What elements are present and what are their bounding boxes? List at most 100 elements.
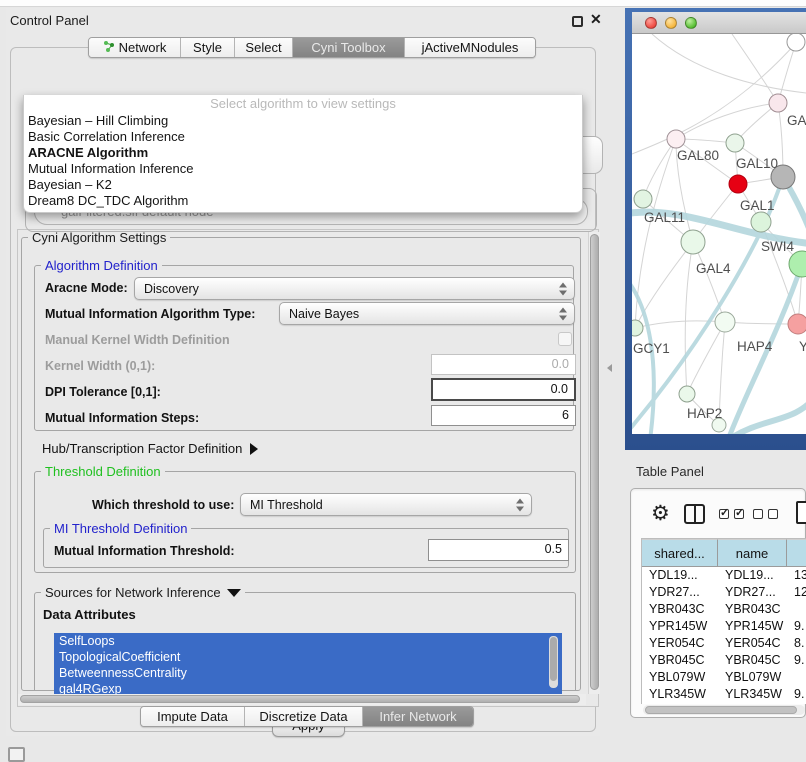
- network-node[interactable]: [679, 386, 695, 402]
- table-horizontal-scrollbar[interactable]: [643, 705, 805, 715]
- attribute-item-topologicalcoefficient[interactable]: TopologicalCoefficient: [54, 649, 562, 665]
- deselect-all-checkbox-icon-2[interactable]: [768, 509, 778, 519]
- dropdown-item-bayesian-hill-climbing[interactable]: Bayesian – Hill Climbing: [24, 113, 582, 129]
- vertical-scrollbar[interactable]: [588, 232, 600, 694]
- top-tab-bar: Network Style SelectCyni ToolboxjActiveMNo…: [88, 37, 536, 58]
- which-threshold-combo[interactable]: MI Threshold: [240, 493, 532, 516]
- float-window-icon[interactable]: [572, 16, 583, 27]
- control-panel-title: Control Panel: [10, 13, 89, 28]
- combo-value: Naive Bayes: [289, 307, 359, 321]
- document-icon[interactable]: [796, 501, 806, 524]
- table-row[interactable]: YLR345WYLR345W9.: [642, 686, 806, 703]
- mi-type-combo[interactable]: Naive Bayes: [279, 302, 575, 325]
- table-row[interactable]: YBR043CYBR043C: [642, 601, 806, 618]
- network-node[interactable]: [751, 212, 771, 232]
- table-row[interactable]: YDL19...YDL19...13: [642, 567, 806, 584]
- network-edges-thin: [632, 34, 806, 425]
- network-node[interactable]: [632, 320, 643, 336]
- network-node[interactable]: [729, 175, 747, 193]
- select-all-checkbox-icon[interactable]: [719, 509, 729, 519]
- window-titlebar[interactable]: [632, 12, 806, 34]
- network-node[interactable]: [726, 134, 744, 152]
- gear-icon[interactable]: ⚙: [651, 503, 670, 524]
- column-header-shared[interactable]: shared...: [642, 539, 718, 567]
- column-layout-icon[interactable]: [684, 504, 705, 524]
- horizontal-scrollbar[interactable]: [18, 694, 586, 705]
- manual-kernel-checkbox[interactable]: [558, 332, 572, 346]
- network-node[interactable]: [681, 230, 705, 254]
- network-nodes: [632, 34, 806, 432]
- table-cell: [787, 601, 806, 618]
- tab-network[interactable]: Network: [89, 38, 181, 57]
- tab-discretize-data[interactable]: Discretize Data: [245, 707, 363, 726]
- table-cell: YDL19...: [642, 567, 718, 584]
- table-cell: YDL19...: [718, 567, 787, 584]
- dropdown-item-mutual-information-inference[interactable]: Mutual Information Inference: [24, 161, 582, 177]
- network-node[interactable]: [769, 94, 787, 112]
- network-view-window: GALGAL80GAL10GAL1GAL11SWI4GAL4GCY1HAP4YH…: [625, 8, 806, 450]
- table-cell: YIL052C: [718, 703, 787, 704]
- tab-select[interactable]: Select: [235, 38, 293, 57]
- tab-style[interactable]: Style: [181, 38, 235, 57]
- column-header-a[interactable]: A: [787, 539, 806, 567]
- tab-impute-data[interactable]: Impute Data: [141, 707, 245, 726]
- aracne-mode-combo[interactable]: Discovery: [134, 277, 575, 300]
- mi-steps-field[interactable]: 6: [431, 405, 576, 426]
- hub-definition-expander[interactable]: Hub/Transcription Factor Definition: [42, 441, 258, 456]
- deselect-all-checkbox-icon[interactable]: [753, 509, 763, 519]
- minimized-panel-icon[interactable]: [8, 747, 25, 762]
- dropdown-item-aracne-algorithm[interactable]: ARACNE Algorithm: [24, 145, 582, 161]
- tab-label: Style: [193, 40, 222, 55]
- network-node[interactable]: [667, 130, 685, 148]
- table-row[interactable]: YPR145WYPR145W9.: [642, 618, 806, 635]
- combo-value: Discovery: [144, 282, 199, 296]
- attribute-item-betweennesscentrality[interactable]: BetweennessCentrality: [54, 665, 562, 681]
- kernel-width-field[interactable]: 0.0: [431, 354, 576, 375]
- network-canvas[interactable]: GALGAL80GAL10GAL1GAL11SWI4GAL4GCY1HAP4YH…: [632, 34, 806, 434]
- manual-kernel-label: Manual Kernel Width Definition: [45, 333, 230, 347]
- table-cell: YPR145W: [642, 618, 718, 635]
- tab-infer-network[interactable]: Infer Network: [363, 707, 473, 726]
- mi-type-label: Mutual Information Algorithm Type:: [45, 307, 255, 321]
- table-header-row: shared...nameA: [642, 539, 806, 567]
- tab-cyni-toolbox[interactable]: Cyni Toolbox: [293, 38, 405, 57]
- dropdown-item-dream8-dc-tdc-algorithm[interactable]: Dream8 DC_TDC Algorithm: [24, 193, 582, 209]
- tab-jactivemnodules[interactable]: jActiveMNodules: [405, 38, 535, 57]
- group-title[interactable]: Sources for Network Inference: [41, 585, 245, 600]
- mi-threshold-field[interactable]: 0.5: [428, 539, 569, 561]
- table-row[interactable]: YDR27...YDR27...12: [642, 584, 806, 601]
- network-node[interactable]: [715, 312, 735, 332]
- dpi-tolerance-field[interactable]: 0.0: [431, 378, 576, 401]
- threshold-definition-group: Threshold Definition Which threshold to …: [34, 471, 576, 573]
- control-panel-body: galFiltered.sif default node Select algo…: [10, 47, 596, 732]
- table-cell: YBR043C: [718, 601, 787, 618]
- dropdown-item-bayesian-k2[interactable]: Bayesian – K2: [24, 177, 582, 193]
- node-label-gal10: GAL10: [736, 156, 778, 171]
- close-traffic-light-icon[interactable]: [645, 17, 657, 29]
- top-strip: [0, 0, 806, 7]
- collapse-down-icon: [227, 589, 241, 597]
- attribute-item-gal4rgexp[interactable]: gal4RGexp: [54, 681, 562, 695]
- dropdown-item-basic-correlation-inference[interactable]: Basic Correlation Inference: [24, 129, 582, 145]
- zoom-traffic-light-icon[interactable]: [685, 17, 697, 29]
- network-node[interactable]: [789, 251, 806, 277]
- select-all-checkbox-icon-2[interactable]: [734, 509, 744, 519]
- minimize-traffic-light-icon[interactable]: [665, 17, 677, 29]
- attributes-scrollbar[interactable]: [549, 636, 558, 688]
- dropdown-placeholder: Select algorithm to view settings: [24, 95, 582, 113]
- table-row[interactable]: YIL052CYIL052C9: [642, 703, 806, 704]
- attribute-item-selfloops[interactable]: SelfLoops: [54, 633, 562, 649]
- column-header-name[interactable]: name: [718, 539, 787, 567]
- network-node[interactable]: [634, 190, 652, 208]
- table-row[interactable]: YER054CYER054C8.: [642, 635, 806, 652]
- table-row[interactable]: YBR045CYBR045C9.: [642, 652, 806, 669]
- data-attributes-list[interactable]: SelfLoopsTopologicalCoefficientBetweenne…: [54, 633, 562, 695]
- data-attributes-label: Data Attributes: [43, 607, 136, 622]
- table-cell: [787, 669, 806, 686]
- network-node[interactable]: [788, 314, 806, 334]
- network-node[interactable]: [787, 34, 805, 51]
- close-icon[interactable]: ✕: [590, 11, 602, 28]
- table-cell: YBR045C: [642, 652, 718, 669]
- splitter-collapse-icon[interactable]: [607, 364, 612, 372]
- table-row[interactable]: YBL079WYBL079W: [642, 669, 806, 686]
